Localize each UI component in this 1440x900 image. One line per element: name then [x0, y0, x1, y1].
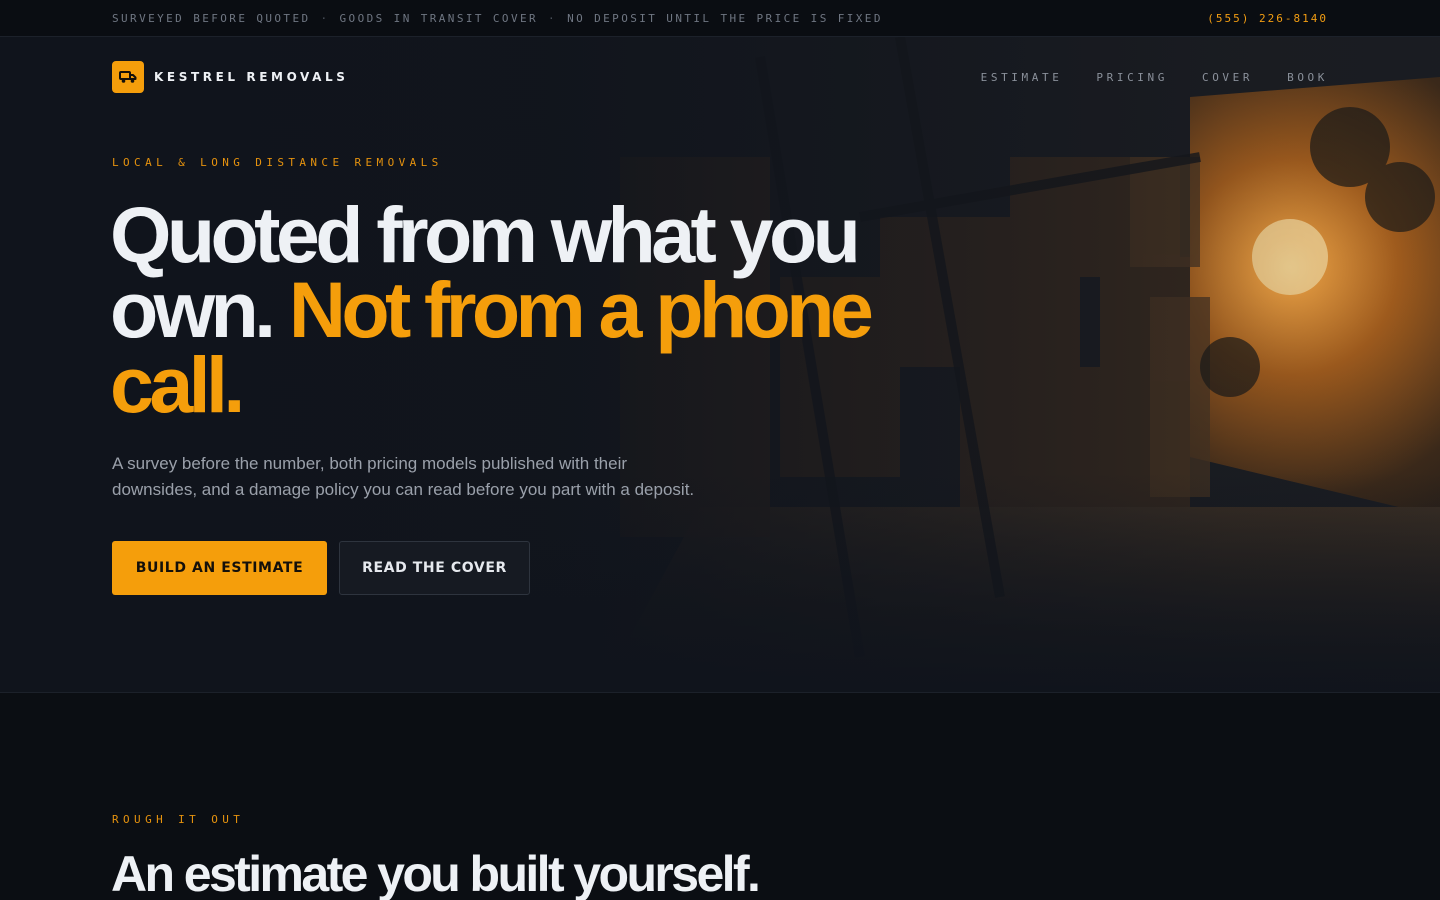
- estimate-eyebrow: ROUGH IT OUT: [112, 813, 245, 826]
- main-nav: KESTREL REMOVALS ESTIMATE PRICING COVER …: [112, 61, 1328, 93]
- estimate-title: An estimate you built yourself.: [111, 846, 761, 900]
- hero-lead: A survey before the number, both pricing…: [112, 454, 695, 499]
- phone-link[interactable]: (555) 226-8140: [1207, 12, 1328, 25]
- brand-logo-link[interactable]: KESTREL REMOVALS: [112, 61, 349, 93]
- note-deposit: NO DEPOSIT UNTIL THE PRICE IS FIXED: [567, 11, 883, 25]
- read-cover-button[interactable]: READ THE COVER: [339, 541, 530, 595]
- hero-section: KESTREL REMOVALS ESTIMATE PRICING COVER …: [0, 37, 1440, 693]
- note-cover: GOODS IN TRANSIT COVER: [339, 11, 539, 25]
- nav-link-cover[interactable]: COVER: [1202, 71, 1253, 84]
- estimate-section: ROUGH IT OUT An estimate you built yours…: [0, 694, 1440, 900]
- note-separator: ·: [320, 11, 330, 25]
- hero-eyebrow: LOCAL & LONG DISTANCE REMOVALS: [112, 156, 443, 169]
- brand-name: KESTREL REMOVALS: [154, 70, 349, 84]
- note-separator: ·: [548, 11, 558, 25]
- note-surveyed: SURVEYED BEFORE QUOTED: [112, 11, 311, 25]
- nav-link-pricing[interactable]: PRICING: [1096, 71, 1168, 84]
- build-estimate-button[interactable]: BUILD AN ESTIMATE: [112, 541, 327, 595]
- nav-link-estimate[interactable]: ESTIMATE: [981, 71, 1063, 84]
- announcement-bar: SURVEYED BEFORE QUOTED · GOODS IN TRANSI…: [0, 0, 1440, 37]
- nav-link-book[interactable]: BOOK: [1287, 71, 1328, 84]
- hero-headline: Quoted from what you own. Not from a pho…: [110, 195, 910, 424]
- truck-icon: [112, 61, 144, 93]
- announcement-notes: SURVEYED BEFORE QUOTED · GOODS IN TRANSI…: [112, 12, 883, 25]
- nav-links: ESTIMATE PRICING COVER BOOK: [981, 71, 1328, 84]
